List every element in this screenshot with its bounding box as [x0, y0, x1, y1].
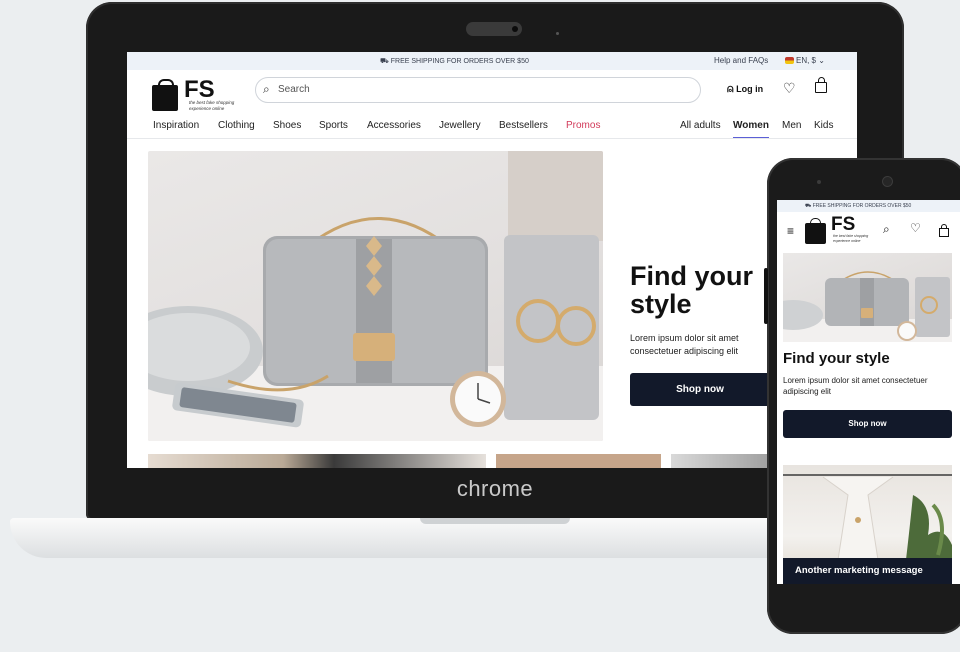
search-icon: ⌕ — [883, 222, 890, 236]
nav-sports[interactable]: Sports — [319, 120, 348, 131]
nav-all-adults[interactable]: All adults — [680, 120, 721, 131]
bag-handles — [158, 79, 174, 89]
chevron-down-icon: ⌄ — [818, 56, 825, 65]
bag-icon — [817, 77, 825, 83]
phone-wishlist-button[interactable]: ♡ — [910, 221, 921, 235]
phone-logo[interactable]: FS the best fake shopping experience onl… — [805, 214, 875, 245]
phone-shipping-notice: ⛟ FREE SHIPPING FOR ORDERS OVER $50 — [805, 203, 911, 210]
language-selector[interactable]: EN, $ ⌄ — [785, 56, 825, 65]
phone-camera — [883, 177, 892, 186]
cart-button[interactable] — [815, 77, 827, 93]
heart-icon: ♡ — [783, 80, 796, 96]
laptop-mic — [556, 32, 559, 35]
hero-title: Find your style — [630, 262, 753, 318]
phone-screen: ⛟ FREE SHIPPING FOR ORDERS OVER $50 ≡ FS… — [777, 200, 960, 584]
phone-hero-title: Find your style — [783, 350, 890, 367]
phone-shipping-text: FREE SHIPPING FOR ORDERS OVER $50 — [812, 203, 912, 209]
phone-logo-tagline-2: experience online — [833, 239, 861, 243]
menu-icon[interactable]: ≡ — [787, 224, 794, 238]
search-input[interactable]: ⌕ Search — [255, 77, 701, 103]
user-icon: ⍝ — [727, 83, 734, 95]
hero-title-line2: style — [630, 289, 692, 319]
nav-divider — [127, 138, 857, 139]
phone-search-button[interactable]: ⌕ — [883, 222, 890, 237]
bag-icon — [941, 224, 947, 229]
shipping-text: FREE SHIPPING FOR ORDERS OVER $50 — [390, 58, 529, 65]
nav-bestsellers[interactable]: Bestsellers — [499, 120, 548, 131]
heart-icon: ♡ — [910, 221, 921, 235]
phone-cart-button[interactable] — [939, 224, 949, 237]
nav-jewellery[interactable]: Jewellery — [439, 120, 481, 131]
help-link[interactable]: Help and FAQs — [714, 56, 768, 65]
phone-shop-now-button[interactable]: Shop now — [783, 410, 952, 438]
logo-tagline-2: experience online — [189, 106, 225, 111]
phone-speaker — [817, 180, 821, 184]
hero-illustration — [148, 151, 603, 441]
site-logo[interactable]: FS the best fake shopping experience onl… — [152, 76, 242, 113]
login-label: Log in — [736, 84, 764, 94]
search-icon: ⌕ — [263, 82, 270, 96]
hero-subtitle: Lorem ipsum dolor sit amet consectetuer … — [630, 333, 739, 356]
wishlist-button[interactable]: ♡ — [783, 80, 796, 97]
bag-handles — [810, 218, 821, 225]
nav-clothing[interactable]: Clothing — [218, 120, 255, 131]
shop-now-button[interactable]: Shop now — [630, 373, 770, 406]
laptop-brand-label: chrome — [456, 476, 534, 501]
phone-logo-tagline-1: the best fake shopping — [833, 234, 869, 238]
logo-tagline-1: the best fake shopping — [189, 100, 235, 105]
promo-tile-1[interactable] — [148, 454, 486, 468]
nav-shoes[interactable]: Shoes — [273, 120, 301, 131]
phone-hero-image[interactable] — [783, 253, 952, 342]
phone-hero-subtitle: Lorem ipsum dolor sit amet consectetuer … — [783, 376, 928, 396]
phone-logo-text: FS — [831, 214, 856, 235]
nav-women[interactable]: Women — [733, 120, 769, 139]
flag-icon — [785, 57, 794, 64]
bag-logo-icon — [805, 223, 826, 244]
nav-men[interactable]: Men — [782, 120, 801, 131]
nav-inspiration[interactable]: Inspiration — [153, 120, 199, 131]
laptop-screen: ⛟ FREE SHIPPING FOR ORDERS OVER $50 Help… — [127, 52, 857, 468]
webcam-lens — [512, 26, 518, 32]
search-placeholder: Search — [278, 84, 310, 95]
nav-promos[interactable]: Promos — [566, 120, 600, 131]
truck-icon: ⛟ — [805, 203, 812, 209]
phone-hero-illustration — [783, 271, 952, 342]
phone-banner-caption: Another marketing message — [783, 558, 952, 584]
laptop-hinge-notch — [420, 518, 570, 524]
nav-kids[interactable]: Kids — [814, 120, 833, 131]
nav-accessories[interactable]: Accessories — [367, 120, 421, 131]
shipping-notice: ⛟ FREE SHIPPING FOR ORDERS OVER $50 — [380, 57, 529, 66]
phone-announcement-bar: ⛟ FREE SHIPPING FOR ORDERS OVER $50 — [777, 200, 960, 212]
announcement-bar: ⛟ FREE SHIPPING FOR ORDERS OVER $50 Help… — [127, 52, 857, 70]
promo-tile-2[interactable] — [496, 454, 661, 468]
phone-side-button — [764, 268, 768, 324]
truck-icon: ⛟ — [380, 58, 389, 65]
hero-title-line1: Find your — [630, 261, 753, 291]
language-value: EN, $ — [796, 56, 817, 65]
login-button[interactable]: ⍝ Log in — [727, 83, 763, 96]
hero-image[interactable] — [148, 151, 603, 441]
